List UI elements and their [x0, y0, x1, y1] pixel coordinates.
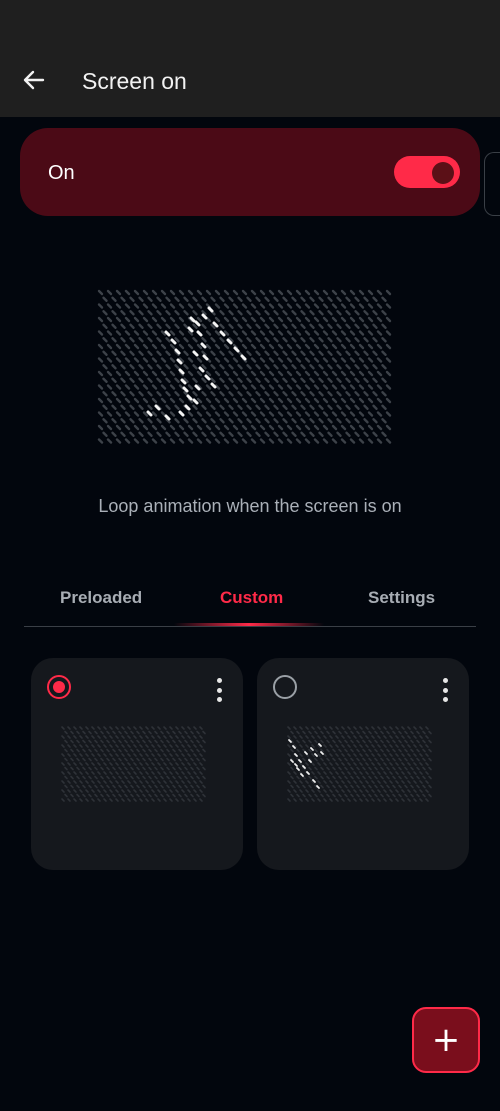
- plus-icon: +: [431, 1020, 461, 1060]
- animation-card-2[interactable]: [257, 658, 469, 870]
- switch-knob: [432, 162, 454, 184]
- animation-preview: [97, 289, 392, 444]
- app-bar: Screen on: [0, 40, 500, 117]
- toggle-label: On: [48, 162, 75, 184]
- status-bar: [0, 0, 500, 40]
- arrow-left-icon: [23, 70, 45, 90]
- radio-unselected-icon[interactable]: [273, 675, 297, 699]
- tab-settings[interactable]: Settings: [368, 588, 435, 608]
- animation-card-1[interactable]: [31, 658, 243, 870]
- radio-selected-icon[interactable]: [47, 675, 71, 699]
- tab-indicator: [174, 623, 324, 626]
- page-title: Screen on: [82, 68, 187, 94]
- screen-on-toggle-card[interactable]: On: [20, 128, 480, 216]
- more-vertical-icon[interactable]: [435, 678, 455, 702]
- preview-caption: Loop animation when the screen is on: [98, 496, 402, 516]
- tab-custom[interactable]: Custom: [220, 588, 283, 608]
- animation-thumbnail: [61, 726, 206, 802]
- edge-panel-handle[interactable]: [484, 152, 500, 216]
- back-button[interactable]: [16, 62, 52, 98]
- animation-thumbnail: [287, 726, 432, 802]
- on-off-switch[interactable]: [394, 156, 460, 188]
- more-vertical-icon[interactable]: [209, 678, 229, 702]
- tab-bar: Preloaded Custom Settings: [24, 580, 476, 627]
- add-animation-button[interactable]: +: [412, 1007, 480, 1073]
- tab-preloaded[interactable]: Preloaded: [60, 588, 142, 608]
